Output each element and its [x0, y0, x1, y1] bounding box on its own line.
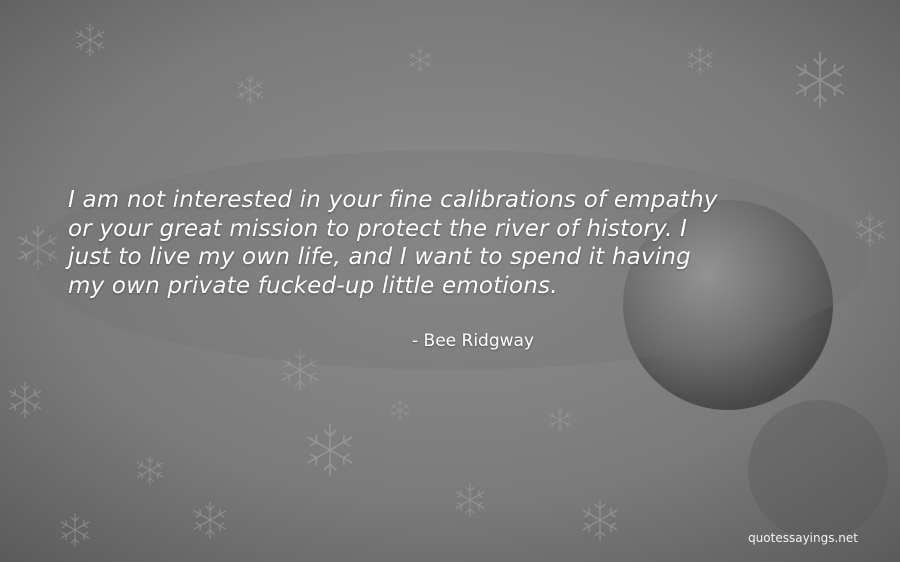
site-watermark: quotessayings.net [748, 531, 858, 545]
quote-line: I am not interested in your fine calibra… [68, 187, 718, 213]
quote-line: or your great mission to protect the riv… [68, 215, 688, 242]
quote-author: - Bee Ridgway [412, 331, 535, 351]
quote-line: just to live my own life, and I want to … [68, 244, 691, 270]
quote-line: my own private fucked-up little emotions… [68, 272, 558, 299]
quote-text: I am not interested in your fine calibra… [68, 186, 868, 300]
